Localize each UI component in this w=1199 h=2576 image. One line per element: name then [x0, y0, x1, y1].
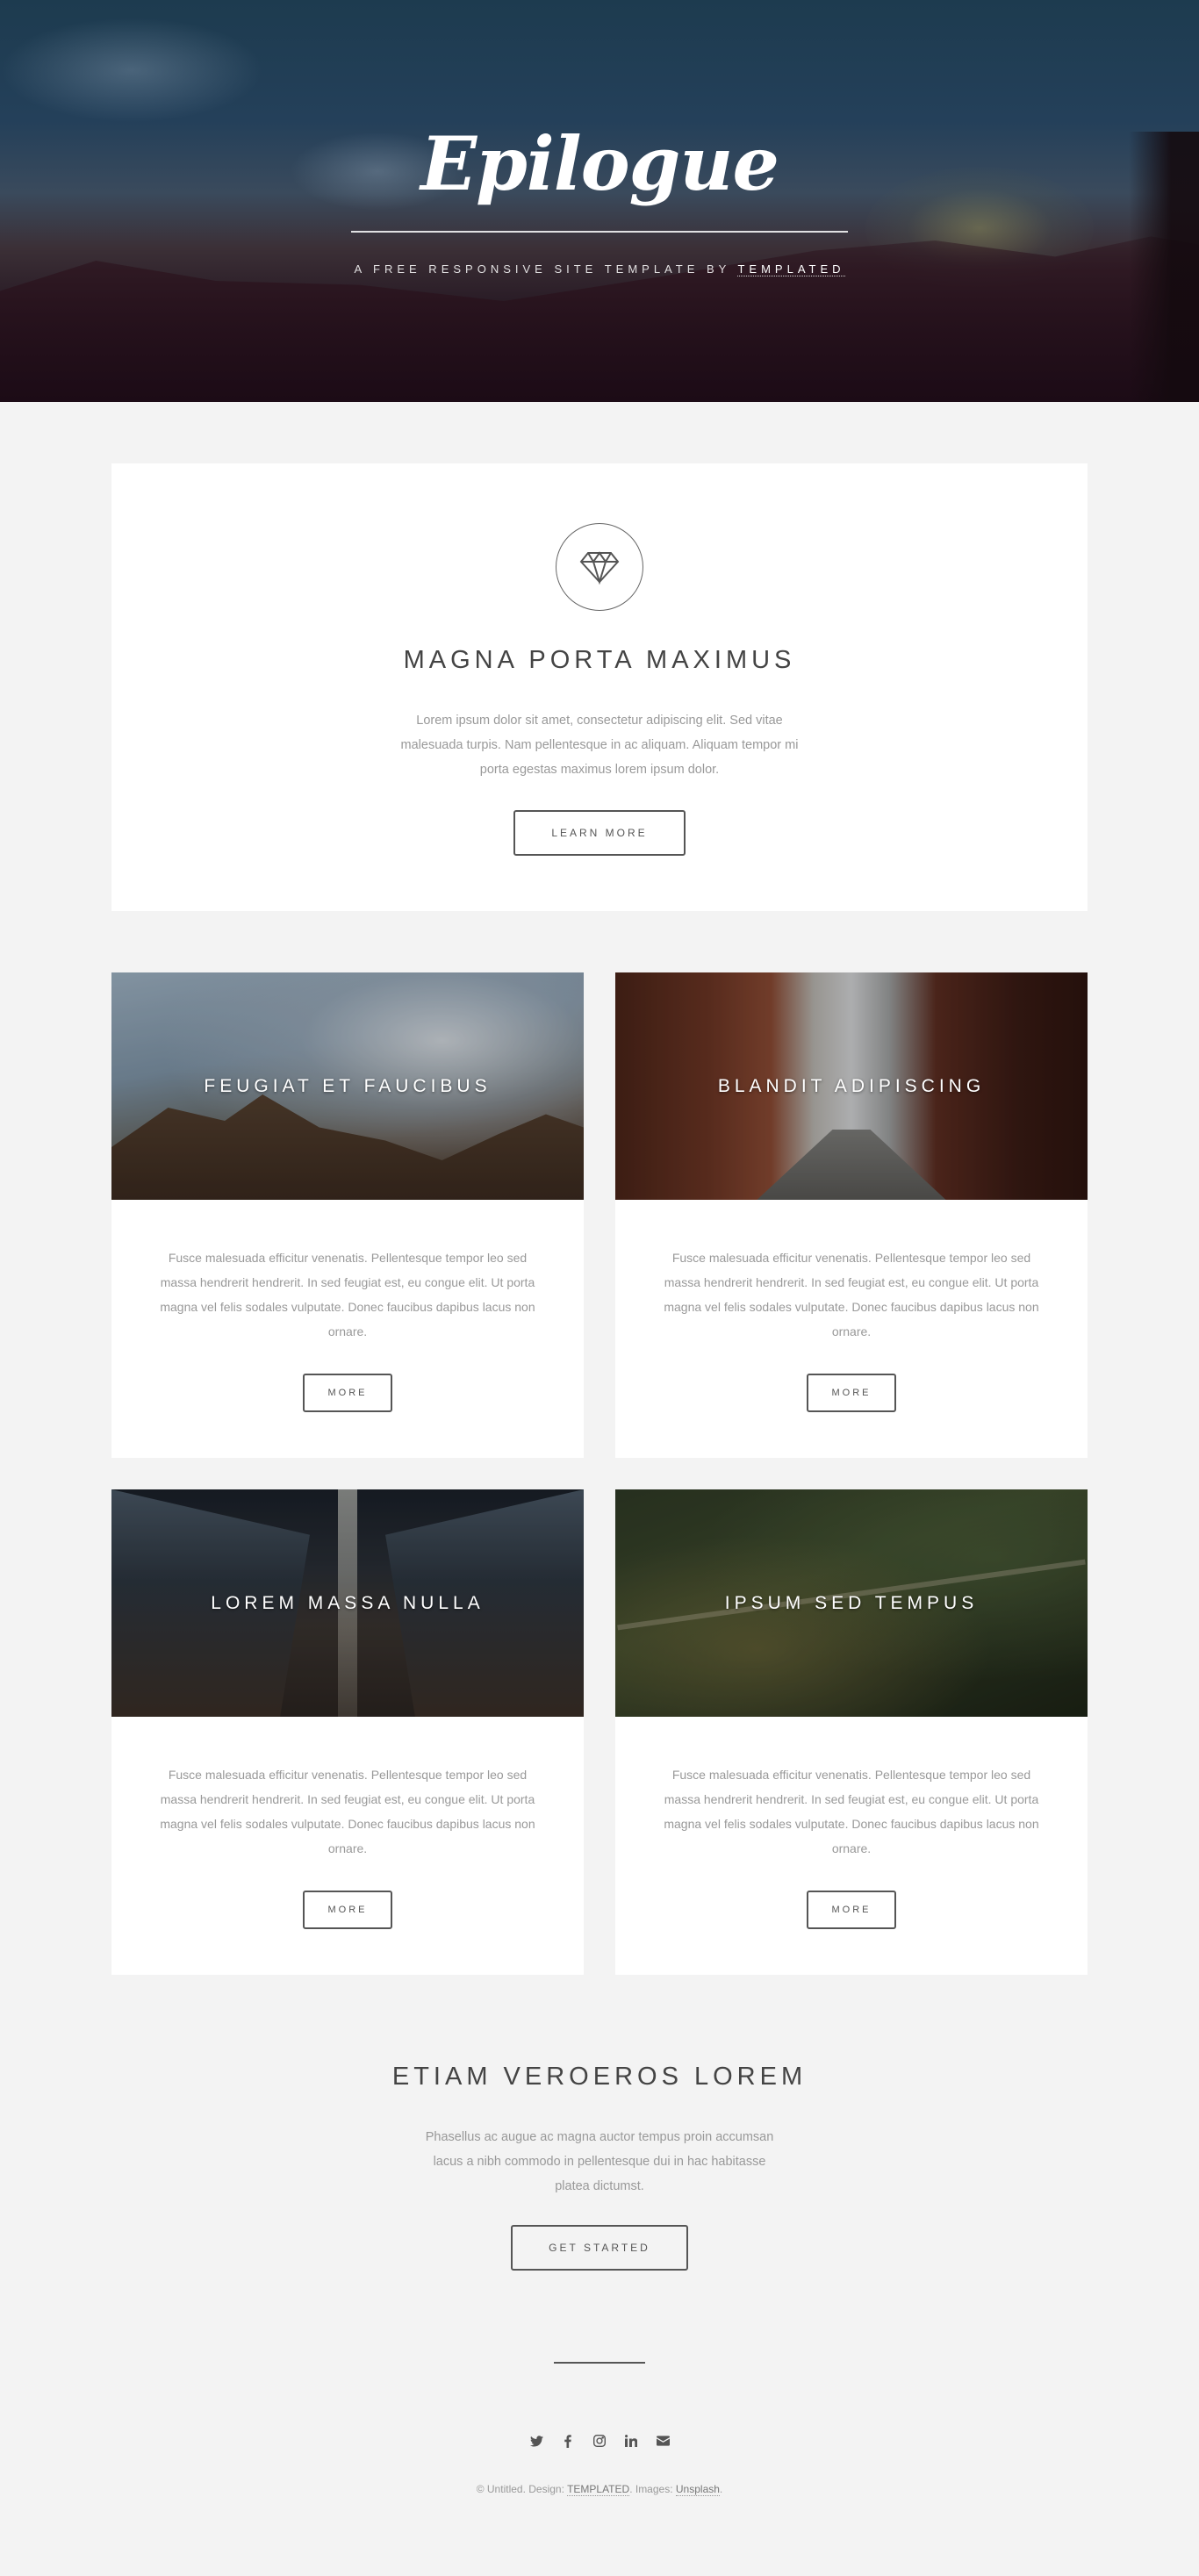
- feature-card: Blandit adipiscing Fusce malesuada effic…: [615, 972, 1088, 1458]
- social-icons: [111, 2432, 1088, 2450]
- tagline: A free responsive site template by TEMPL…: [0, 262, 1199, 276]
- cta-section: Etiam veroeros lorem Phasellus ac augue …: [111, 2063, 1088, 2271]
- banner-divider: [351, 231, 848, 233]
- cta-text: Phasellus ac augue ac magna auctor tempu…: [425, 2130, 774, 2193]
- instagram-icon[interactable]: [591, 2432, 608, 2450]
- card-title: Ipsum sed tempus: [724, 1592, 979, 1613]
- images-prefix: . Images:: [629, 2483, 673, 2495]
- design-credit-link[interactable]: TEMPLATED: [567, 2483, 630, 2496]
- templated-link[interactable]: TEMPLATED: [737, 262, 845, 276]
- unsplash-link[interactable]: Unsplash: [675, 2483, 720, 2496]
- envelope-icon[interactable]: [654, 2432, 671, 2450]
- copyright: © Untitled. Design: TEMPLATED. Images: U…: [111, 2483, 1088, 2496]
- feature-grid: Feugiat et faucibus Fusce malesuada effi…: [111, 972, 1088, 1975]
- footer: © Untitled. Design: TEMPLATED. Images: U…: [111, 2362, 1088, 2548]
- intro-text: Lorem ipsum dolor sit amet, consectetur …: [400, 714, 799, 777]
- feature-card: Lorem massa nulla Fusce malesuada effici…: [111, 1489, 584, 1975]
- card-title: Feugiat et faucibus: [204, 1075, 492, 1096]
- diamond-icon-circle: [556, 523, 643, 611]
- card-image-valley[interactable]: Ipsum sed tempus: [615, 1489, 1088, 1717]
- intro-title: Magna porta maximus: [403, 646, 796, 674]
- card-text: Fusce malesuada efficitur venenatis. Pel…: [160, 1768, 535, 1855]
- intro-section: Magna porta maximus Lorem ipsum dolor si…: [111, 463, 1088, 911]
- more-button[interactable]: More: [303, 1374, 392, 1412]
- more-button[interactable]: More: [807, 1891, 896, 1929]
- more-button[interactable]: More: [807, 1374, 896, 1412]
- site-logo[interactable]: Epilogue: [0, 127, 1199, 201]
- twitter-icon[interactable]: [528, 2432, 545, 2450]
- diamond-icon: [579, 551, 620, 585]
- card-image-mountain[interactable]: Feugiat et faucibus: [111, 972, 584, 1200]
- copyright-prefix: © Untitled. Design:: [476, 2483, 564, 2495]
- card-image-alley[interactable]: Blandit adipiscing: [615, 972, 1088, 1200]
- linkedin-icon[interactable]: [622, 2432, 640, 2450]
- card-title: Blandit adipiscing: [717, 1075, 986, 1096]
- card-text: Fusce malesuada efficitur venenatis. Pel…: [664, 1251, 1039, 1338]
- get-started-button[interactable]: Get Started: [511, 2225, 688, 2271]
- card-text: Fusce malesuada efficitur venenatis. Pel…: [160, 1251, 535, 1338]
- feature-card: Feugiat et faucibus Fusce malesuada effi…: [111, 972, 584, 1458]
- tagline-text: A free responsive site template by: [354, 262, 731, 276]
- learn-more-button[interactable]: Learn More: [513, 810, 686, 856]
- copyright-suffix: .: [719, 2483, 723, 2495]
- footer-divider: [554, 2362, 645, 2364]
- card-image-station[interactable]: Lorem massa nulla: [111, 1489, 584, 1717]
- card-title: Lorem massa nulla: [211, 1592, 485, 1613]
- feature-card: Ipsum sed tempus Fusce malesuada efficit…: [615, 1489, 1088, 1975]
- facebook-icon[interactable]: [559, 2432, 577, 2450]
- banner: Epilogue A free responsive site template…: [0, 0, 1199, 402]
- cta-title: Etiam veroeros lorem: [391, 2063, 808, 2091]
- more-button[interactable]: More: [303, 1891, 392, 1929]
- card-text: Fusce malesuada efficitur venenatis. Pel…: [664, 1768, 1039, 1855]
